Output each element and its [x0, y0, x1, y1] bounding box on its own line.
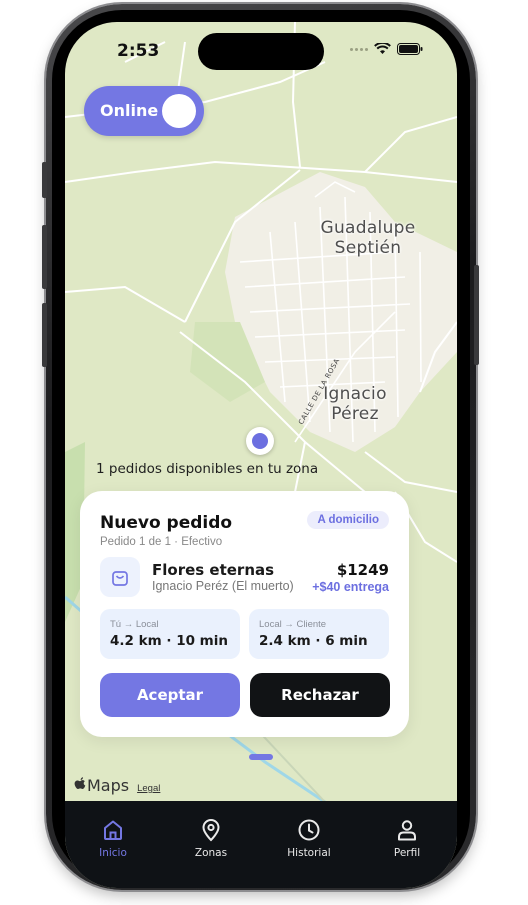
- tab-inicio[interactable]: Inicio: [73, 817, 153, 859]
- delivery-type-badge: A domicilio: [307, 511, 389, 529]
- dynamic-island: [198, 33, 324, 70]
- accept-button[interactable]: Aceptar: [100, 673, 240, 717]
- status-icons: [350, 43, 423, 55]
- tab-label: Perfil: [393, 847, 421, 859]
- wifi-icon: [374, 43, 391, 54]
- distance-to-client: Local → Cliente 2.4 km · 6 min: [249, 609, 389, 659]
- tab-perfil[interactable]: Perfil: [367, 817, 447, 859]
- distance-label: Tú → Local: [110, 619, 159, 630]
- town-name-line: Septién: [334, 238, 402, 258]
- volume-up-button: [42, 225, 47, 289]
- phone-screen: Guadalupe Septién Ignacio Pérez CALLE DE…: [65, 22, 457, 888]
- map-pin-icon: [202, 819, 220, 842]
- tab-label: Zonas: [194, 847, 228, 859]
- toggle-knob: [162, 94, 196, 128]
- order-item-name: Flores eternas: [152, 561, 275, 579]
- town-label-ignacio: Ignacio Pérez: [315, 384, 395, 424]
- order-price: $1249: [336, 561, 389, 579]
- volume-down-button: [42, 303, 47, 367]
- delivery-fee: +$40 entrega: [312, 580, 389, 594]
- sheet-grabber[interactable]: [249, 754, 273, 760]
- shopping-bag-icon: [100, 557, 140, 597]
- maps-attribution: Maps Legal: [74, 776, 160, 795]
- order-card: Nuevo pedido Pedido 1 de 1 · Efectivo A …: [80, 491, 409, 737]
- tab-bar: Inicio Zonas Historial Perfil: [65, 801, 457, 888]
- tab-label: Historial: [287, 847, 331, 859]
- mute-switch: [42, 162, 47, 198]
- current-location-marker: [246, 427, 274, 455]
- maps-brand-text: Maps: [87, 776, 130, 795]
- home-icon: [104, 820, 122, 840]
- reject-button[interactable]: Rechazar: [250, 673, 390, 717]
- town-label-guadalupe: Guadalupe Septién: [313, 218, 423, 258]
- apple-logo-icon: [74, 777, 86, 789]
- distance-value: 4.2 km · 10 min: [110, 633, 228, 649]
- power-button: [474, 265, 479, 365]
- signal-icon: [350, 47, 368, 51]
- tab-zonas[interactable]: Zonas: [171, 817, 251, 859]
- available-orders-message: 1 pedidos disponibles en tu zona: [96, 461, 319, 477]
- distance-value: 2.4 km · 6 min: [259, 633, 368, 649]
- status-bar: 2:53: [65, 22, 457, 78]
- order-subtitle: Pedido 1 de 1 · Efectivo: [100, 536, 223, 548]
- distance-to-store: Tú → Local 4.2 km · 10 min: [100, 609, 240, 659]
- status-time: 2:53: [117, 41, 160, 61]
- order-client-name: Ignacio Peréz (El muerto): [152, 579, 294, 593]
- order-title: Nuevo pedido: [100, 513, 233, 533]
- town-name-line: Guadalupe: [320, 218, 416, 238]
- battery-icon: [397, 43, 423, 55]
- town-name-line: Ignacio: [323, 384, 387, 404]
- tab-historial[interactable]: Historial: [269, 817, 349, 859]
- tab-label: Inicio: [99, 847, 127, 859]
- distance-label: Local → Cliente: [259, 619, 327, 630]
- clock-icon: [298, 819, 320, 841]
- town-name-line: Pérez: [331, 404, 379, 424]
- user-icon: [398, 820, 416, 841]
- legal-link[interactable]: Legal: [137, 783, 160, 794]
- apple-maps-logo: Maps: [74, 776, 129, 795]
- online-toggle[interactable]: Online: [84, 86, 204, 136]
- online-label: Online: [100, 101, 159, 120]
